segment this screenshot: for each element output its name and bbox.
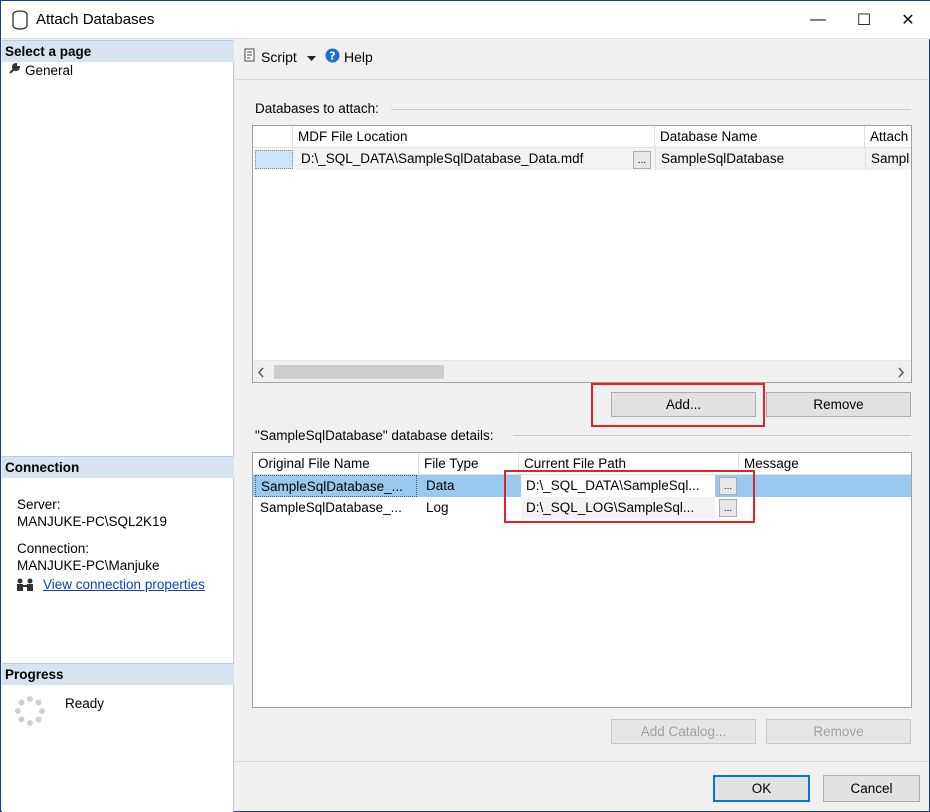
dropdown-arrow-icon bbox=[306, 49, 316, 65]
progress-header: Progress bbox=[2, 663, 234, 685]
wrench-icon bbox=[8, 62, 21, 78]
window-title: Attach Databases bbox=[36, 11, 155, 28]
original-file-name-cell[interactable]: SampleSqlDatabase_... bbox=[255, 497, 417, 519]
minimize-icon: — bbox=[810, 11, 826, 28]
database-icon bbox=[11, 10, 29, 30]
remove-file-label: Remove bbox=[813, 724, 864, 739]
column-header-attach-as[interactable]: Attach bbox=[865, 126, 911, 148]
connection-header: Connection bbox=[2, 456, 234, 478]
row-selector[interactable] bbox=[255, 150, 293, 169]
attach-databases-window: Attach Databases — ☐ ✕ Select a page Gen… bbox=[0, 0, 930, 812]
table-row[interactable]: D:\_SQL_DATA\SampleSqlDatabase_Data.mdf … bbox=[253, 148, 911, 170]
server-label: Server: bbox=[17, 497, 61, 512]
view-connection-properties-link[interactable]: View connection properties bbox=[43, 577, 205, 592]
remove-button-label: Remove bbox=[813, 397, 864, 412]
mdf-file-location-value: D:\_SQL_DATA\SampleSqlDatabase_Data.mdf bbox=[301, 151, 584, 166]
minimize-button[interactable]: — bbox=[795, 1, 841, 39]
attach-as-cell[interactable]: Sampl bbox=[865, 148, 911, 170]
group-divider bbox=[391, 109, 911, 110]
add-catalog-button[interactable]: Add Catalog... bbox=[611, 719, 756, 744]
ok-button[interactable]: OK bbox=[713, 775, 810, 802]
database-details-label: "SampleSqlDatabase" database details: bbox=[255, 428, 494, 443]
maximize-icon: ☐ bbox=[856, 12, 872, 29]
server-value: MANJUKE-PC\SQL2K19 bbox=[17, 514, 168, 529]
script-button[interactable]: Script bbox=[243, 48, 316, 66]
sidebar-item-label: General bbox=[25, 62, 74, 78]
databases-to-attach-grid[interactable]: MDF File Location Database Name Attach D… bbox=[252, 125, 912, 383]
horizontal-scrollbar[interactable] bbox=[253, 360, 911, 382]
column-header-selector bbox=[253, 126, 293, 148]
script-label: Script bbox=[261, 49, 297, 65]
progress-status: Ready bbox=[65, 696, 105, 711]
svg-text:?: ? bbox=[329, 50, 335, 63]
add-button[interactable]: Add... bbox=[611, 392, 756, 417]
toolbar: Script ? Help bbox=[235, 40, 927, 80]
connection-label: Connection: bbox=[17, 541, 90, 556]
mdf-file-location-cell[interactable]: D:\_SQL_DATA\SampleSqlDatabase_Data.mdf bbox=[293, 148, 655, 170]
group-divider bbox=[513, 435, 911, 436]
scroll-right-icon[interactable] bbox=[897, 366, 905, 381]
title-bar: Attach Databases — ☐ ✕ bbox=[1, 1, 930, 39]
select-page-header: Select a page bbox=[2, 40, 234, 62]
column-header-mdf-file-location[interactable]: MDF File Location bbox=[293, 126, 655, 148]
add-catalog-label: Add Catalog... bbox=[640, 724, 727, 739]
column-header-message[interactable]: Message bbox=[739, 453, 911, 475]
add-button-label: Add... bbox=[665, 397, 702, 412]
message-cell bbox=[741, 475, 911, 497]
cancel-label: Cancel bbox=[850, 781, 893, 796]
remove-file-button[interactable]: Remove bbox=[766, 719, 911, 744]
close-icon: ✕ bbox=[901, 12, 915, 29]
close-button[interactable]: ✕ bbox=[885, 1, 930, 39]
footer-divider bbox=[235, 761, 929, 762]
help-icon: ? bbox=[325, 48, 340, 66]
cancel-button[interactable]: Cancel bbox=[823, 775, 920, 802]
databases-to-attach-label: Databases to attach: bbox=[255, 101, 379, 116]
scroll-left-icon[interactable] bbox=[257, 366, 265, 381]
maximize-button[interactable]: ☐ bbox=[841, 1, 887, 39]
browse-mdf-button[interactable]: ... bbox=[633, 151, 651, 169]
column-header-database-name[interactable]: Database Name bbox=[655, 126, 865, 148]
help-label: Help bbox=[344, 49, 373, 65]
scrollbar-thumb[interactable] bbox=[274, 365, 444, 379]
help-button[interactable]: ? Help bbox=[325, 48, 373, 66]
database-name-cell[interactable]: SampleSqlDatabase bbox=[655, 148, 865, 170]
connection-value: MANJUKE-PC\Manjuke bbox=[17, 558, 160, 573]
original-file-name-cell[interactable]: SampleSqlDatabase_... bbox=[255, 475, 417, 497]
script-icon bbox=[243, 48, 257, 66]
connection-properties-icon bbox=[15, 577, 35, 595]
ok-label: OK bbox=[751, 781, 772, 796]
left-pane: Select a page General Connection Server:… bbox=[2, 40, 234, 812]
message-cell bbox=[741, 497, 911, 519]
progress-spinner-icon bbox=[14, 695, 46, 727]
sidebar-item-general[interactable]: General bbox=[8, 62, 73, 78]
column-header-original-file-name[interactable]: Original File Name bbox=[253, 453, 419, 475]
highlight-box-file-path bbox=[504, 470, 755, 523]
remove-database-button[interactable]: Remove bbox=[766, 392, 911, 417]
